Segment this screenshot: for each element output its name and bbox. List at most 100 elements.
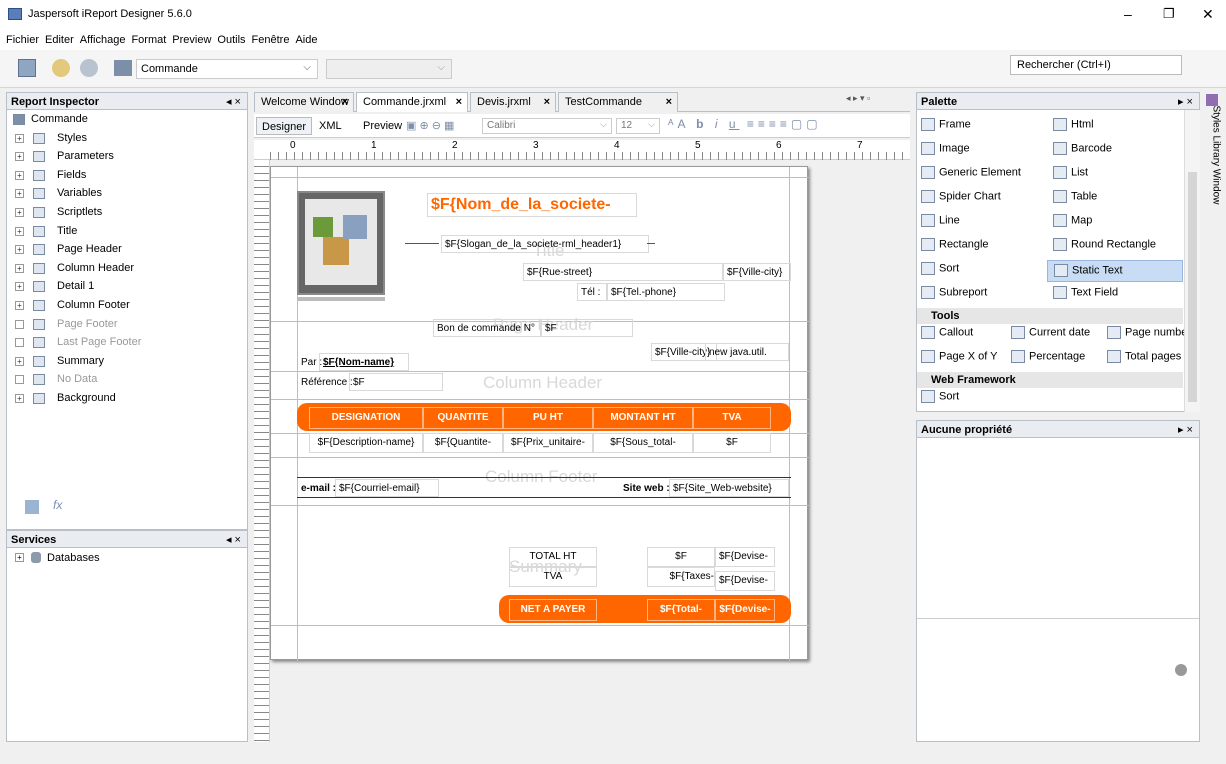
- web-item[interactable]: Sort: [921, 390, 959, 403]
- styles-library-window-tab[interactable]: Styles Library Window: [1204, 94, 1222, 274]
- tree-item[interactable]: + Column Header: [7, 259, 247, 278]
- tools-item[interactable]: Callout: [921, 326, 973, 339]
- tree-item[interactable]: Page Footer: [7, 315, 247, 334]
- expand-icon[interactable]: +: [15, 152, 24, 162]
- expand-icon[interactable]: [15, 375, 24, 385]
- close-icon[interactable]: ▸ ×: [1178, 421, 1193, 439]
- detail-field[interactable]: $F{Prix_unitaire-: [503, 433, 593, 453]
- net-total-field[interactable]: $F{Total-: [647, 599, 715, 621]
- close-icon[interactable]: ×: [456, 93, 462, 112]
- palette-scrollbar[interactable]: [1184, 110, 1200, 412]
- ref-label[interactable]: Référence :: [297, 373, 353, 391]
- menu-item[interactable]: Fenêtre: [252, 30, 290, 50]
- expand-icon[interactable]: [15, 338, 24, 348]
- palette-item[interactable]: Table: [1053, 190, 1097, 203]
- zoom-icons[interactable]: ▣ ⊕ ⊖ ▦: [406, 119, 476, 133]
- tools-section[interactable]: Tools: [917, 308, 1183, 324]
- palette-item[interactable]: Spider Chart: [921, 190, 1001, 203]
- font-size-select[interactable]: 12 ⌵: [616, 118, 660, 134]
- palette-item[interactable]: Sort: [921, 262, 959, 275]
- expand-icon[interactable]: +: [15, 356, 24, 366]
- tree-item[interactable]: + Styles: [7, 129, 247, 148]
- report-select[interactable]: Commande ⌵: [136, 59, 318, 79]
- menu-item[interactable]: Aide: [295, 30, 317, 50]
- tools-item[interactable]: Page X of Y: [921, 350, 998, 363]
- menu-item[interactable]: Affichage: [80, 30, 126, 50]
- menu-item[interactable]: Fichier: [6, 30, 39, 50]
- total-ht-label[interactable]: TOTAL HT: [509, 547, 597, 567]
- close-button[interactable]: ✕: [1202, 6, 1214, 23]
- devise-field-1[interactable]: $F{Devise-: [715, 547, 775, 567]
- close-icon[interactable]: ▸ ×: [1178, 93, 1193, 111]
- tel-field[interactable]: $F{Tel.-phone}: [607, 283, 725, 301]
- tree-item[interactable]: + Background: [7, 389, 247, 408]
- tva-label[interactable]: TVA: [509, 567, 597, 587]
- palette-item[interactable]: Map: [1053, 214, 1092, 227]
- tree-item[interactable]: + Title: [7, 222, 247, 241]
- tools-item[interactable]: Percentage: [1011, 350, 1085, 363]
- column-header-cell[interactable]: TVA: [693, 407, 771, 429]
- expand-icon[interactable]: +: [15, 393, 24, 403]
- column-header-cell[interactable]: PU HT: [503, 407, 593, 429]
- net-devise-field[interactable]: $F{Devise-: [715, 599, 775, 621]
- tree-item[interactable]: No Data: [7, 370, 247, 389]
- logo-image[interactable]: [297, 191, 385, 295]
- undo-icon[interactable]: [52, 59, 70, 77]
- devise-field-2[interactable]: $F{Devise-: [715, 571, 775, 591]
- palette-item[interactable]: Generic Element: [921, 166, 1021, 179]
- menu-item[interactable]: Preview: [172, 30, 211, 50]
- email-label[interactable]: e-mail :: [297, 479, 339, 497]
- tools-item[interactable]: Page number: [1107, 326, 1191, 339]
- palette-item[interactable]: Static Text: [1047, 260, 1183, 282]
- tree-item[interactable]: + Variables: [7, 184, 247, 203]
- column-header-cell[interactable]: MONTANT HT: [593, 407, 693, 429]
- expand-icon[interactable]: [15, 319, 24, 329]
- tree-root[interactable]: Commande: [7, 110, 247, 129]
- menu-item[interactable]: Outils: [217, 30, 245, 50]
- tel-label[interactable]: Tél :: [577, 283, 607, 301]
- editor-tab[interactable]: TestCommande ×: [558, 92, 678, 112]
- fx-icon[interactable]: fx: [53, 498, 62, 512]
- company-name-field[interactable]: $F{Nom_de_la_societe-: [427, 193, 637, 217]
- tree-item[interactable]: + Column Footer: [7, 296, 247, 315]
- palette-item[interactable]: Round Rectangle: [1053, 238, 1156, 251]
- web-framework-section[interactable]: Web Framework: [917, 372, 1183, 388]
- expand-icon[interactable]: +: [15, 282, 24, 292]
- help-icon[interactable]: [1175, 664, 1187, 676]
- par-field[interactable]: $F{Nom-name}: [319, 353, 409, 371]
- tree-item[interactable]: + Page Header: [7, 240, 247, 259]
- detail-field[interactable]: $F{Quantite-: [423, 433, 503, 453]
- street-field[interactable]: $F{Rue-street}: [523, 263, 723, 281]
- new-java-field[interactable]: new java.util.: [705, 343, 789, 361]
- expand-icon[interactable]: +: [15, 263, 24, 273]
- palette-item[interactable]: Line: [921, 214, 960, 227]
- detail-field[interactable]: $F{Sous_total-: [593, 433, 693, 453]
- search-input[interactable]: Rechercher (Ctrl+I): [1010, 55, 1182, 75]
- preview-tab[interactable]: Preview: [358, 117, 407, 135]
- site-label[interactable]: Site web :: [619, 479, 675, 497]
- tree-item[interactable]: + Fields: [7, 166, 247, 185]
- site-field[interactable]: $F{Site_Web-website}: [669, 479, 789, 497]
- format-icons[interactable]: ᴬA b i u ≡≡≡≡▢▢: [668, 117, 822, 131]
- add-field-icon[interactable]: [25, 500, 39, 514]
- xml-tab[interactable]: XML: [314, 117, 347, 135]
- tools-item[interactable]: Current date: [1011, 326, 1090, 339]
- palette-item[interactable]: Frame: [921, 118, 971, 131]
- redo-icon[interactable]: [80, 59, 98, 77]
- close-icon[interactable]: ×: [342, 93, 348, 112]
- order-label[interactable]: Bon de commande N°: [433, 319, 541, 337]
- close-icon[interactable]: ◂ ×: [226, 93, 241, 111]
- detail-field[interactable]: $F: [693, 433, 771, 453]
- palette-item[interactable]: Html: [1053, 118, 1094, 131]
- palette-item[interactable]: Image: [921, 142, 970, 155]
- editor-tab[interactable]: Welcome Window ×: [254, 92, 354, 112]
- menu-item[interactable]: Format: [131, 30, 166, 50]
- column-header-cell[interactable]: QUANTITE: [423, 407, 503, 429]
- order-value[interactable]: $F: [541, 319, 633, 337]
- minimize-button[interactable]: –: [1124, 6, 1132, 22]
- font-select[interactable]: Calibri ⌵: [482, 118, 612, 134]
- tab-nav-buttons[interactable]: ◂ ▸ ▾ ▫: [846, 93, 908, 109]
- report-canvas[interactable]: Title Page Header Column Header Column F…: [270, 166, 809, 661]
- expand-icon[interactable]: +: [15, 226, 24, 236]
- total-ht-value[interactable]: $F: [647, 547, 715, 567]
